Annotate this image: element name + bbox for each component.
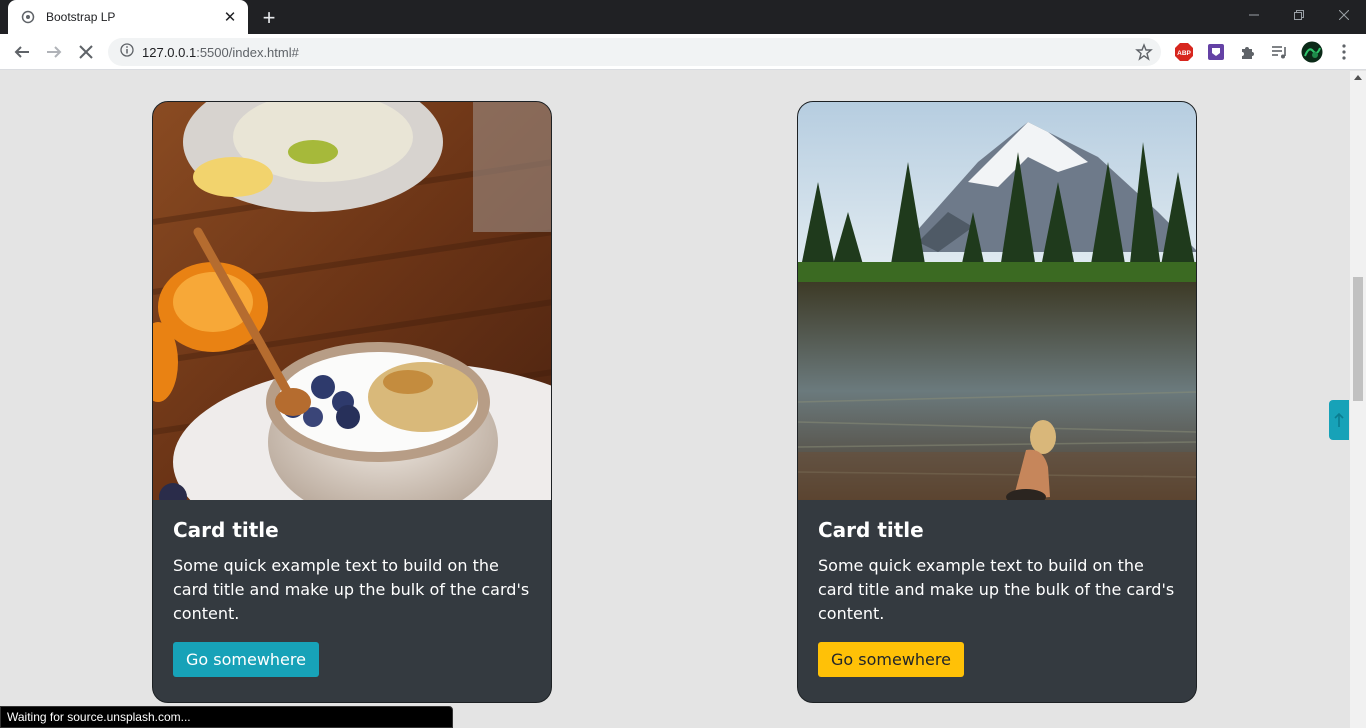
url-path: :5500/index.html# [196,44,299,60]
media-queue-icon[interactable] [1268,41,1290,63]
browser-title-bar: Bootstrap LP ✕ + [0,0,1366,34]
go-somewhere-button[interactable]: Go somewhere [818,642,964,677]
card-image-lake [798,102,1196,500]
address-bar[interactable]: 127.0.0.1:5500/index.html# [108,38,1161,66]
card-image-breakfast [153,102,551,500]
forward-icon[interactable] [40,38,68,66]
page-content: Card title Some quick example text to bu… [0,71,1350,728]
close-tab-icon[interactable]: ✕ [222,9,238,26]
card-body: Card title Some quick example text to bu… [153,500,551,695]
tab-title: Bootstrap LP [46,10,116,24]
info-icon[interactable] [120,42,134,62]
new-tab-button[interactable]: + [256,5,282,31]
adblock-icon[interactable]: ABP [1173,41,1195,63]
restore-icon[interactable] [1276,0,1321,30]
card-breakfast: Card title Some quick example text to bu… [152,101,552,703]
extension-purple-icon[interactable] [1205,41,1227,63]
scrollbar-thumb[interactable] [1353,277,1363,401]
back-to-top-button[interactable] [1329,400,1349,440]
card-text: Some quick example text to build on the … [173,556,530,623]
page-scrollbar[interactable] [1350,71,1366,728]
scroll-up-arrow-icon[interactable] [1354,75,1362,80]
card-lake: Card title Some quick example text to bu… [797,101,1197,703]
window-controls [1231,0,1366,30]
card-body: Card title Some quick example text to bu… [798,500,1196,695]
card-title: Card title [173,518,279,542]
window-close-icon[interactable] [1321,0,1366,30]
menu-dots-icon[interactable] [1333,41,1355,63]
extensions-puzzle-icon[interactable] [1237,41,1259,63]
browser-tab[interactable]: Bootstrap LP ✕ [8,0,248,34]
url-host: 127.0.0.1 [142,44,197,60]
card-title: Card title [818,518,924,542]
svg-text:ABP: ABP [1177,50,1191,57]
status-bubble: Waiting for source.unsplash.com... [0,706,453,728]
minimize-icon[interactable] [1231,0,1276,30]
back-icon[interactable] [8,38,36,66]
browser-toolbar: 127.0.0.1:5500/index.html# ABP [0,34,1366,70]
bookmark-star-icon[interactable] [1135,43,1153,61]
stop-loading-icon[interactable] [72,38,100,66]
go-somewhere-button[interactable]: Go somewhere [173,642,319,677]
loading-icon [20,9,36,25]
arrow-up-icon [1334,412,1344,427]
url-text[interactable]: 127.0.0.1:5500/index.html# [142,45,299,60]
card-text: Some quick example text to build on the … [818,556,1175,623]
profile-avatar[interactable] [1301,41,1323,63]
